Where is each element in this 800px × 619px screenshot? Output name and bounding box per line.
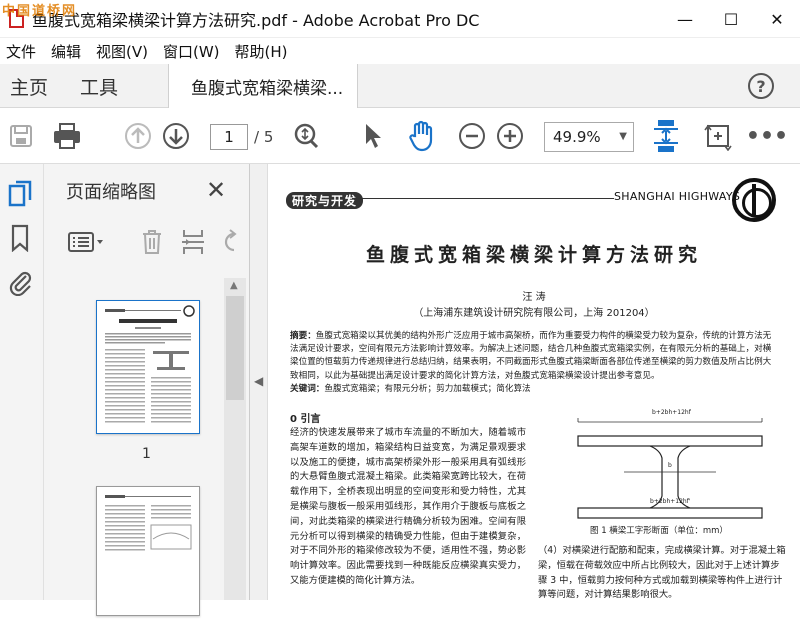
attachment-icon[interactable]: [8, 268, 34, 297]
close-panel-icon[interactable]: ✕: [206, 176, 226, 204]
collapse-panel-handle[interactable]: ◀: [250, 164, 268, 600]
panel-toolbar: [64, 226, 250, 258]
collapse-left-icon: ◀: [254, 374, 264, 388]
scrollbar-thumb[interactable]: [226, 296, 244, 400]
body-text-left: 经济的快速发展带来了城市车流量的不断加大，随着城市高架车道数的增加，箱梁结构日益…: [290, 427, 526, 586]
zoom-level-select[interactable]: 49.9% ▼: [544, 122, 634, 152]
menu-window[interactable]: 窗口(W): [157, 41, 229, 62]
keywords-label: 关键词：: [290, 384, 325, 394]
bookmark-icon[interactable]: [8, 224, 34, 253]
site-watermark: 中国道桥网: [2, 4, 78, 19]
zoom-out-icon[interactable]: [456, 118, 488, 154]
page-thumbnail-2[interactable]: [96, 486, 200, 616]
paper-title: 鱼腹式宽箱梁横梁计算方法研究: [365, 244, 702, 266]
document-page[interactable]: 研究与开发 SHANGHAI HIGHWAYS 鱼腹式宽箱梁横梁计算方法研究 汪…: [268, 164, 800, 600]
figure-label-mid: b: [668, 462, 672, 469]
left-navigation-rail: [0, 164, 44, 600]
toolbar: 1 / 5 49.9% ▼ •••: [0, 108, 800, 164]
rotate-view-icon[interactable]: [702, 118, 734, 154]
minimize-button[interactable]: —: [662, 0, 708, 38]
title-bar: 鱼腹式宽箱梁横梁计算方法研究.pdf - Adobe Acrobat Pro D…: [0, 0, 800, 38]
save-icon[interactable]: [6, 118, 36, 154]
zoom-level-value: 49.9%: [553, 128, 601, 146]
paper-author: 汪 涛: [522, 292, 546, 303]
close-window-button[interactable]: ✕: [754, 0, 800, 38]
journal-name: SHANGHAI HIGHWAYS: [614, 190, 741, 203]
abstract-text: 鱼腹式宽箱梁以其优美的结构外形广泛应用于城市高架桥，而作为重要受力构件的横梁受力…: [290, 331, 772, 381]
page-thumbnails-panel: 页面缩略图 ✕ 1 ▲: [44, 164, 250, 616]
chevron-down-icon: ▼: [619, 131, 627, 142]
next-page-icon[interactable]: [160, 118, 192, 154]
menu-help[interactable]: 帮助(H): [229, 41, 297, 62]
page-total: / 5: [254, 128, 274, 146]
select-cursor-icon[interactable]: [358, 118, 388, 154]
more-options-icon[interactable]: •••: [746, 118, 788, 154]
delete-page-icon[interactable]: [140, 228, 164, 260]
print-icon[interactable]: [50, 118, 84, 154]
window-title: 鱼腹式宽箱梁横梁计算方法研究.pdf - Adobe Acrobat Pro D…: [32, 10, 480, 30]
menu-file[interactable]: 文件: [0, 41, 45, 62]
zoom-tool-icon[interactable]: [290, 118, 322, 154]
header-rule: [352, 198, 614, 199]
keywords-text: 鱼腹式宽箱梁；有限元分析；剪力加载模式；简化算法: [324, 384, 531, 394]
section-heading: 0 引言: [290, 414, 321, 425]
hand-tool-icon[interactable]: [404, 118, 440, 154]
tab-home[interactable]: 主页: [10, 64, 48, 108]
menu-edit[interactable]: 编辑: [45, 41, 90, 62]
previous-page-icon[interactable]: [122, 118, 154, 154]
rotate-page-icon[interactable]: [220, 228, 240, 260]
figure-label-top: b+2bh+12hf: [652, 409, 691, 416]
maximize-button[interactable]: ☐: [708, 0, 754, 38]
body-text-right: （4）对横梁进行配筋和配束，完成横梁计算。对于混凝土箱梁，恒载在荷载效应中所占比…: [538, 545, 786, 600]
page-number-input[interactable]: 1: [210, 124, 248, 150]
thumbnail-label-1: 1: [142, 446, 151, 462]
panel-title: 页面缩略图: [66, 182, 156, 203]
help-icon[interactable]: ?: [748, 73, 774, 99]
paper-abstract: 摘要：鱼腹式宽箱梁以其优美的结构外形广泛应用于城市高架桥，而作为重要受力构件的横…: [290, 330, 774, 383]
scroll-up-arrow-icon[interactable]: ▲: [230, 280, 238, 291]
paper-affiliation: （上海浦东建筑设计研究院有限公司，上海 201204）: [413, 308, 655, 319]
journal-logo-icon: [732, 178, 776, 222]
fit-page-icon[interactable]: [650, 118, 682, 154]
tab-bar: 主页 工具 鱼腹式宽箱梁横梁... ?: [0, 64, 800, 109]
figure-i-section: b+2bh+12hf b b+2bh+12hf': [564, 409, 776, 520]
menu-view[interactable]: 视图(V): [90, 41, 157, 62]
zoom-in-icon[interactable]: [494, 118, 526, 154]
abstract-label: 摘要：: [290, 331, 316, 341]
tab-tools[interactable]: 工具: [80, 64, 118, 108]
figure-caption: 图 1 横梁工字形断面（单位：mm）: [590, 526, 728, 536]
thumbnail-options-icon[interactable]: [68, 230, 104, 258]
journal-tag: 研究与开发: [286, 192, 364, 209]
menu-bar: 文件 编辑 视图(V) 窗口(W) 帮助(H): [0, 38, 800, 64]
figure-label-bottom: b+2bh+12hf': [650, 498, 691, 505]
page-thumbnails-icon[interactable]: [8, 180, 34, 207]
tab-document[interactable]: 鱼腹式宽箱梁横梁...: [168, 64, 358, 109]
paper-keywords: 关键词：鱼腹式宽箱梁；有限元分析；剪力加载模式；简化算法: [290, 382, 774, 394]
page-thumbnail-1[interactable]: [96, 300, 200, 434]
thumbnails-scrollbar[interactable]: ▲: [224, 278, 246, 600]
insert-page-icon[interactable]: [180, 228, 206, 260]
